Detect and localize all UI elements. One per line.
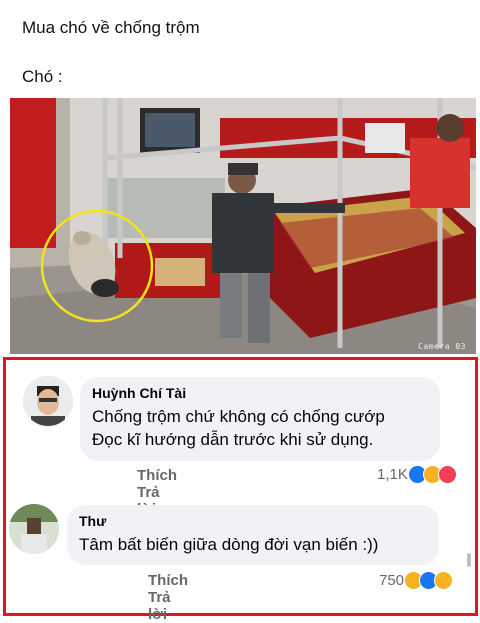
post-photo[interactable]: Camera 03: [10, 98, 476, 354]
avatar[interactable]: [9, 504, 59, 554]
scroll-indicator[interactable]: [467, 553, 471, 567]
comment-text: Chống trộm chứ không có chống cướp Đọc k…: [92, 405, 428, 451]
post-text-line2: Chó :: [22, 67, 63, 86]
sad-icon: [434, 571, 454, 590]
like-button[interactable]: Thích: [137, 467, 177, 484]
comment-bubble: Thư Tâm bất biến giữa dòng đời vạn biến …: [67, 505, 439, 565]
camera-label: Camera 03: [418, 342, 466, 351]
comment-author[interactable]: Thư: [79, 513, 427, 529]
reaction-count: 750: [379, 572, 405, 589]
reaction-count: 1,1K: [377, 466, 408, 483]
reaction-summary[interactable]: 1,1K: [377, 465, 457, 484]
avatar[interactable]: [23, 376, 73, 426]
comment-author[interactable]: Huỳnh Chí Tài: [92, 385, 428, 401]
reaction-summary[interactable]: 750: [379, 571, 454, 590]
cctv-scene-image: [10, 98, 476, 354]
comment-text: Tâm bất biến giữa dòng đời vạn biến :)): [79, 535, 379, 554]
post-text-line1: Mua chó về chống trộm: [22, 18, 200, 37]
comment-text-line: Đọc kĩ hướng dẫn trước khi sử dụng.: [92, 430, 374, 449]
comment-bubble: Huỳnh Chí Tài Chống trộm chứ không có ch…: [80, 377, 440, 461]
love-icon: [437, 465, 457, 484]
comment-text-line: Chống trộm chứ không có chống cướp: [92, 407, 385, 426]
like-button[interactable]: Thích: [148, 572, 188, 589]
comment-actions: Thích Trả lời: [148, 572, 208, 623]
